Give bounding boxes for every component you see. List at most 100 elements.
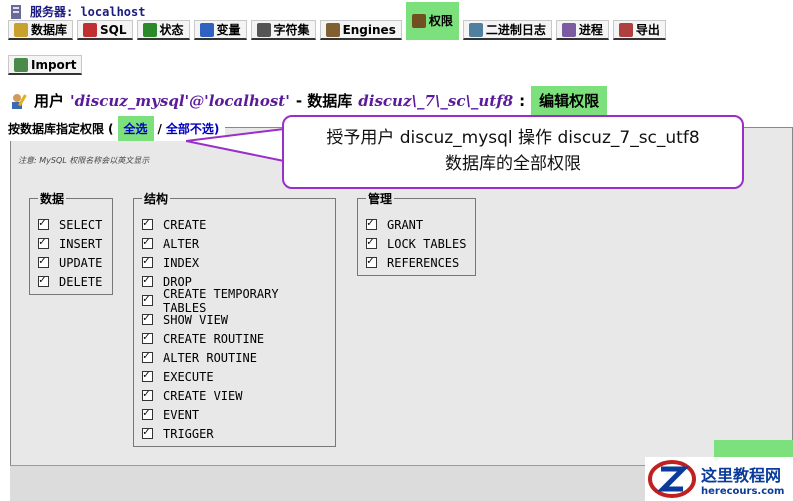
privilege-label: REFERENCES	[387, 255, 460, 270]
logo-title: 这里教程网	[701, 465, 782, 485]
tab-label: 数据库	[31, 23, 68, 37]
group-admin: 管理 GRANT LOCK TABLES REFERENCES	[357, 190, 476, 276]
user-label: 用户	[34, 92, 65, 110]
tab-label: 字符集	[273, 23, 310, 37]
privilege-label: INDEX	[163, 255, 200, 270]
database-value: discuz\_7\_sc\_utf8	[358, 91, 514, 110]
tab-secondary-0[interactable]: Import	[8, 55, 83, 75]
privilege-checkbox[interactable]	[142, 425, 153, 439]
user-edit-icon	[12, 93, 27, 109]
privilege-checkbox[interactable]	[142, 349, 153, 363]
privilege-label: LOCK TABLES	[387, 236, 467, 251]
tab-main-5[interactable]: Engines	[319, 20, 402, 40]
privilege-checkbox[interactable]	[142, 387, 153, 401]
privilege-label: TRIGGER	[163, 426, 214, 441]
callout-pointer	[186, 127, 286, 163]
privilege-structure-row: CREATE TEMPORARY TABLES	[142, 287, 329, 315]
tab-row-primary: 数据库 SQL 状态 变量 字符集 Engines 权限二进制日志 进程 导出	[8, 2, 666, 40]
tab-label: 导出	[635, 23, 660, 37]
privilege-label: CREATE ROUTINE	[163, 331, 265, 346]
group-data-title: 数据	[40, 192, 65, 206]
privilege-structure-row: TRIGGER	[142, 424, 329, 443]
tab-main-4[interactable]: 字符集	[250, 20, 316, 40]
privilege-label: CREATE TEMPORARY TABLES	[162, 286, 279, 315]
privileges-icon	[411, 13, 426, 28]
privilege-label: CREATE VIEW	[163, 388, 243, 403]
logo-z-icon	[648, 460, 696, 498]
variables-icon	[199, 22, 214, 37]
tab-label: 权限	[428, 14, 453, 28]
mysql-note: 注意: MySQL 权限名称会以英文显示	[18, 156, 150, 165]
group-structure-items: CREATEALTERINDEXDROPCREATE TEMPORARY TAB…	[142, 215, 329, 443]
privilege-data-row: DELETE	[38, 272, 106, 291]
tab-main-0[interactable]: 数据库	[8, 20, 74, 40]
group-data-items: SELECT INSERT UPDATE DELETE	[38, 215, 106, 291]
privilege-checkbox[interactable]	[38, 254, 49, 268]
privilege-checkbox[interactable]	[142, 311, 153, 325]
tab-main-7[interactable]: 二进制日志	[462, 20, 552, 40]
server-label: 服务器: localhost	[30, 5, 146, 19]
privilege-checkbox[interactable]	[38, 273, 49, 287]
select-all-link[interactable]: 全选	[117, 116, 154, 141]
callout-line2: 数据库的全部权限	[445, 154, 581, 174]
charset-icon	[256, 22, 271, 37]
privilege-data-row: SELECT	[38, 215, 106, 234]
privilege-checkbox[interactable]	[142, 216, 153, 230]
edit-privileges-label: 编辑权限	[531, 86, 608, 115]
user-value: 'discuz_mysql'@'localhost'	[70, 91, 290, 110]
privilege-admin-row: LOCK TABLES	[366, 234, 469, 253]
privilege-checkbox[interactable]	[142, 406, 153, 420]
tab-label: 变量	[216, 23, 241, 37]
privilege-checkbox[interactable]	[38, 216, 49, 230]
privilege-structure-row: CREATE VIEW	[142, 386, 329, 405]
privilege-label: SELECT	[59, 217, 103, 232]
tab-main-3[interactable]: 变量	[193, 20, 247, 40]
status-icon	[142, 22, 157, 37]
privilege-checkbox[interactable]	[38, 235, 49, 249]
privilege-checkbox[interactable]	[142, 235, 153, 249]
privilege-structure-row: CREATE ROUTINE	[142, 329, 329, 348]
server-icon	[11, 4, 21, 19]
import-icon	[14, 57, 28, 72]
process-icon	[561, 22, 576, 37]
group-data: 数据 SELECT INSERT UPDATE DELETE	[29, 190, 113, 295]
engines-icon	[325, 22, 340, 37]
site-logo: 这里教程网 herecours.com	[645, 457, 793, 501]
export-icon	[618, 22, 633, 37]
privilege-checkbox[interactable]	[142, 368, 153, 382]
tab-main-6[interactable]: 权限	[405, 2, 459, 40]
privilege-structure-row: EVENT	[142, 405, 329, 424]
tab-main-1[interactable]: SQL	[77, 20, 133, 40]
server-breadcrumb[interactable]: 服务器: localhost	[8, 3, 145, 20]
privilege-structure-row: EXECUTE	[142, 367, 329, 386]
privilege-structure-row: ALTER	[142, 234, 329, 253]
tab-main-9[interactable]: 导出	[612, 20, 666, 40]
privilege-checkbox[interactable]	[142, 254, 153, 268]
privilege-checkbox[interactable]	[142, 273, 153, 287]
privilege-checkbox[interactable]	[366, 254, 377, 268]
privilege-checkbox[interactable]	[142, 292, 153, 306]
privilege-checkbox[interactable]	[142, 330, 153, 344]
privilege-checkbox[interactable]	[366, 216, 377, 230]
tab-label: Import	[31, 57, 77, 72]
privilege-label: UPDATE	[59, 255, 103, 270]
privilege-label: DELETE	[59, 274, 103, 289]
tab-main-8[interactable]: 进程	[555, 20, 609, 40]
privilege-admin-row: REFERENCES	[366, 253, 469, 272]
page-title: 用户 'discuz_mysql'@'localhost' - 数据库 disc…	[10, 86, 608, 115]
heading-colon: :	[519, 91, 526, 110]
privilege-checkbox[interactable]	[366, 235, 377, 249]
tab-main-2[interactable]: 状态	[136, 20, 190, 40]
database-label: - 数据库	[295, 92, 353, 110]
privilege-structure-row: CREATE	[142, 215, 329, 234]
privilege-structure-row: INDEX	[142, 253, 329, 272]
privilege-admin-row: GRANT	[366, 215, 469, 234]
group-admin-items: GRANT LOCK TABLES REFERENCES	[366, 215, 469, 272]
privilege-data-row: UPDATE	[38, 253, 106, 272]
privilege-label: INSERT	[59, 236, 103, 251]
privilege-label: ALTER	[163, 236, 200, 251]
group-admin-title: 管理	[368, 192, 393, 206]
binlog-icon	[468, 22, 483, 37]
tab-label: 二进制日志	[485, 23, 546, 37]
annotation-callout: 授予用户 discuz_mysql 操作 discuz_7_sc_utf8 数据…	[282, 115, 744, 189]
